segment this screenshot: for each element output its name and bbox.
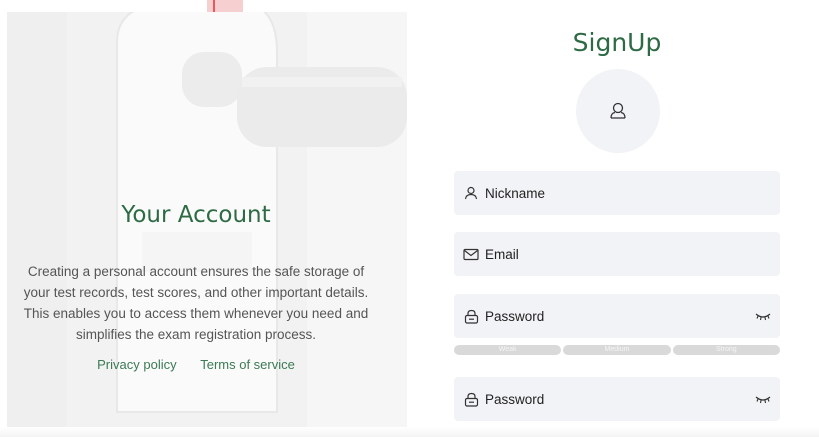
signup-panel: SignUp Nickname Email Password Weak Medi…	[407, 0, 819, 437]
privacy-policy-link[interactable]: Privacy policy	[97, 357, 176, 372]
avatar-upload[interactable]	[576, 69, 660, 153]
avatar-icon	[610, 102, 626, 119]
nickname-placeholder: Nickname	[485, 185, 546, 201]
mail-icon	[463, 246, 479, 262]
lock-icon	[463, 308, 479, 324]
strength-strong: Strong	[672, 345, 780, 355]
nickname-field[interactable]: Nickname	[454, 171, 780, 215]
confirm-password-field[interactable]: Password	[454, 377, 780, 421]
eye-closed-icon[interactable]	[755, 309, 771, 327]
account-description: Creating a personal account ensures the …	[23, 264, 369, 342]
left-info-panel: Your Account Creating a personal account…	[7, 12, 407, 437]
password-placeholder: Password	[485, 308, 545, 324]
legal-links: Privacy policy Terms of service	[7, 357, 385, 372]
account-title: Your Account	[121, 202, 271, 228]
confirm-password-placeholder: Password	[485, 391, 545, 407]
bottom-edge	[0, 427, 819, 437]
account-info: Your Account Creating a personal account…	[7, 202, 385, 372]
terms-of-service-link[interactable]: Terms of service	[200, 357, 295, 372]
password-strength-meter: Weak Medium Strong	[454, 345, 780, 355]
user-icon	[463, 185, 479, 201]
lock-icon	[463, 391, 479, 407]
email-placeholder: Email	[485, 246, 519, 262]
strength-medium: Medium	[563, 345, 671, 355]
strength-weak: Weak	[454, 345, 562, 355]
eye-closed-icon[interactable]	[755, 392, 771, 410]
signup-title: SignUp	[572, 28, 662, 57]
password-field[interactable]: Password	[454, 294, 780, 338]
email-field[interactable]: Email	[454, 232, 780, 276]
